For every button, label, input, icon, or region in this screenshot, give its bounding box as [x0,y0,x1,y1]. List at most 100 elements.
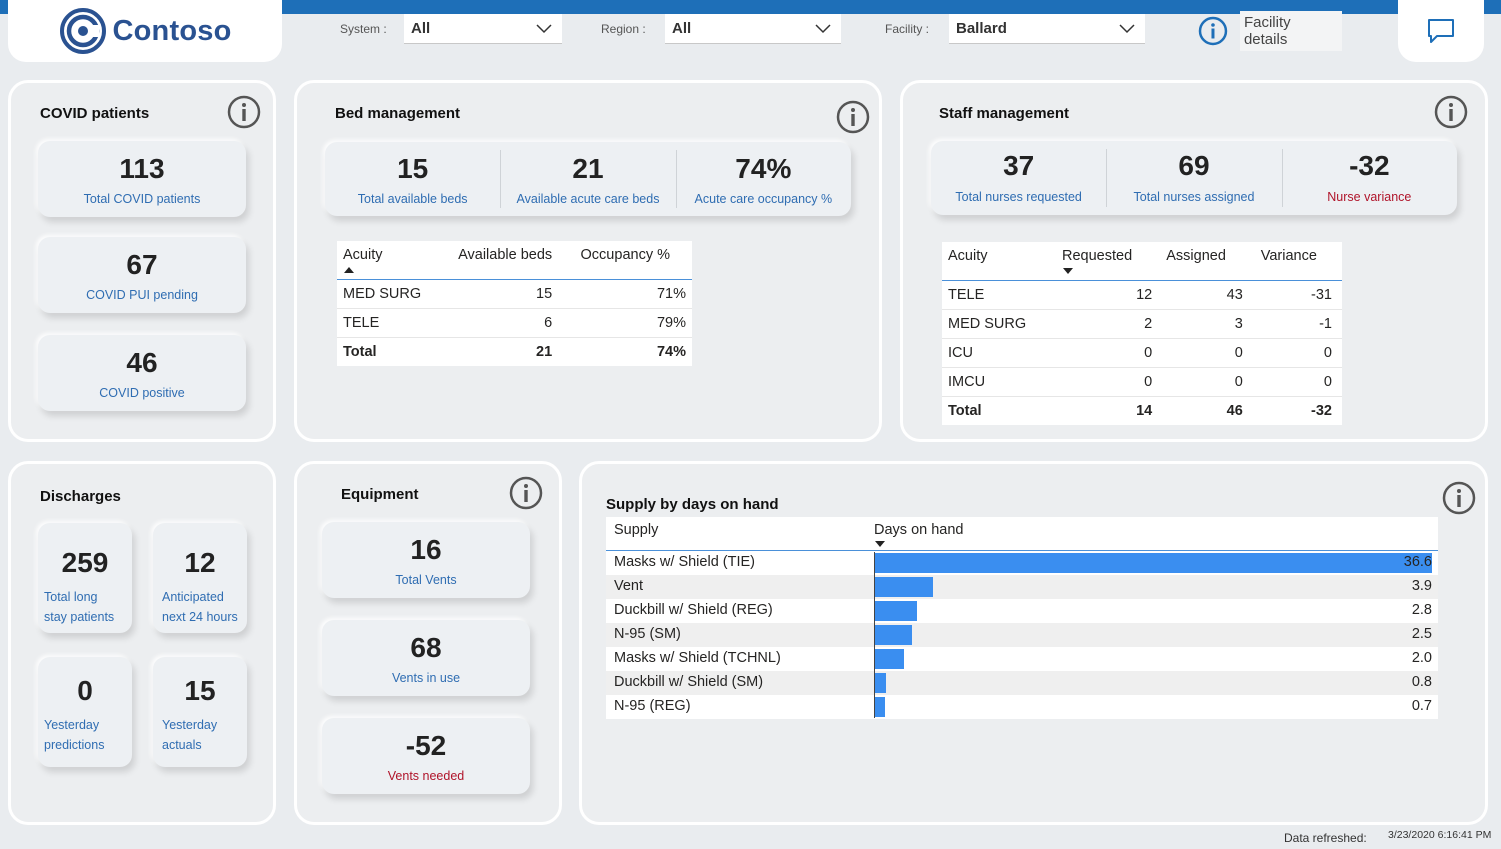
region-filter-value: All [672,20,692,37]
supply-name: N-95 (REG) [614,698,691,714]
data-refreshed-label: Data refreshed: [1284,831,1367,845]
kpi-value: 21 [572,153,604,184]
kpi-card: 113 Total COVID patients [38,141,246,217]
supply-value: 0.8 [1411,674,1432,690]
kpi-card: 0 Yesterday predictions [38,657,132,767]
column-header[interactable]: Occupancy % [558,241,692,280]
kpi-label: Yesterday predictions [44,718,105,752]
bar-axis [874,552,875,718]
info-icon[interactable] [509,476,543,510]
kpi-card: 69 Total nurses assigned [1106,141,1281,215]
table-row: N-95 (SM) 2.5 [606,623,1438,647]
table-row: TELE 6 79% [337,308,692,338]
kpi-group: 15 Total available beds 21 Available acu… [325,142,851,216]
kpi-label: Total available beds [357,192,468,206]
info-icon[interactable] [227,95,261,129]
kpi-label: Total long stay patients [44,590,115,624]
kpi-card: -52 Vents needed [322,718,530,794]
kpi-label: COVID positive [99,386,185,400]
kpi-label: Acute care occupancy % [694,192,833,206]
column-header[interactable]: Assigned [1160,242,1251,281]
system-filter-value: All [411,20,431,37]
column-header[interactable]: Requested [1058,242,1161,281]
facility-details-label: Facility details [1239,11,1342,51]
supply-bar [874,673,887,693]
supply-value: 2.8 [1411,602,1432,618]
panel-title: Staff management [939,105,1070,122]
panel-title: Discharges [40,488,121,505]
equipment-panel: Equipment 16 Total Vents 68 Vents in use… [294,461,562,825]
chevron-down-icon [536,23,552,33]
kpi-value: 69 [1178,150,1210,181]
panel-title: Bed management [335,105,461,122]
kpi-value: 259 [61,547,109,578]
column-header[interactable]: Acuity [337,241,439,280]
chevron-down-icon [1119,23,1135,33]
supply-value: 0.7 [1411,698,1432,714]
table-header-row: Supply Days on hand [606,517,1438,551]
bed-table: Acuity Available beds Occupancy % MED SU… [337,241,692,366]
table-row: Duckbill w/ Shield (REG) 2.8 [606,599,1438,623]
info-icon[interactable] [1442,481,1476,515]
panel-title: COVID patients [40,105,150,122]
table-row: Masks w/ Shield (TCHNL) 2.0 [606,647,1438,671]
column-header[interactable]: Supply [614,522,658,538]
staff-table: Acuity Requested Assigned Variance TELE … [942,242,1342,425]
table-row: TELE 12 43 -31 [942,280,1342,310]
kpi-value: 15 [184,675,216,706]
facility-filter[interactable]: Ballard [949,14,1145,44]
table-total-row: Total 21 74% [337,336,692,366]
facility-filter-value: Ballard [956,20,1007,37]
kpi-value: -52 [405,730,447,761]
kpi-card: 12 Anticipated next 24 hours [153,523,247,633]
supply-value: 2.5 [1411,626,1432,642]
kpi-label: Anticipated next 24 hours [162,590,238,624]
kpi-card: 74% Acute care occupancy % [675,142,851,216]
system-filter-label: System : [340,22,387,36]
kpi-value: 68 [410,632,442,663]
supply-bar [874,601,917,621]
system-filter[interactable]: All [404,14,562,44]
column-header[interactable]: Available beds [438,241,559,280]
supply-bar [874,553,1432,573]
sort-asc-icon [344,267,354,273]
kpi-card: -32 Nurse variance [1281,141,1457,215]
kpi-label: COVID PUI pending [86,288,198,302]
table-row: N-95 (REG) 0.7 [606,695,1438,719]
info-icon[interactable] [1434,95,1468,129]
info-icon [1198,16,1228,46]
kpi-card: 16 Total Vents [322,522,530,598]
sort-desc-icon [1063,268,1073,274]
info-icon[interactable] [836,100,870,134]
column-header[interactable]: Days on hand [874,522,963,538]
kpi-card: 37 Total nurses requested [931,141,1106,215]
table-row: Vent 3.9 [606,575,1438,599]
kpi-card: 15 Yesterday actuals [153,657,247,767]
supply-name: Duckbill w/ Shield (REG) [614,602,773,618]
kpi-card: 15 Total available beds [325,142,500,216]
supply-name: Masks w/ Shield (TCHNL) [614,650,781,666]
supply-value: 36.6 [1403,554,1432,570]
kpi-card: 67 COVID PUI pending [38,237,246,313]
region-filter[interactable]: All [665,14,841,44]
facility-details-button[interactable]: Facility details [1198,11,1342,51]
kpi-value: -32 [1349,150,1390,181]
table-header-row: Acuity Available beds Occupancy % [337,241,692,280]
facility-filter-label: Facility : [885,22,930,36]
supply-value: 2.0 [1411,650,1432,666]
kpi-label: Vents needed [387,769,465,783]
table-row: Masks w/ Shield (TIE) 36.6 [606,551,1438,575]
column-header[interactable]: Acuity [942,242,1058,281]
staff-management-panel: Staff management 37 Total nurses request… [900,80,1488,442]
chat-button[interactable] [1398,0,1484,62]
panel-title: Equipment [341,486,419,503]
kpi-label: Total nurses assigned [1133,190,1255,204]
supply-bar [874,625,913,645]
kpi-value: 0 [77,675,93,706]
kpi-card: 21 Available acute care beds [500,142,675,216]
column-header[interactable]: Variance [1250,242,1342,281]
supply-name: N-95 (SM) [614,626,681,642]
discharges-panel: Discharges 259 Total long stay patients 1… [8,461,276,825]
table-row: IMCU 0 0 0 [942,367,1342,397]
supply-name: Vent [614,578,644,594]
